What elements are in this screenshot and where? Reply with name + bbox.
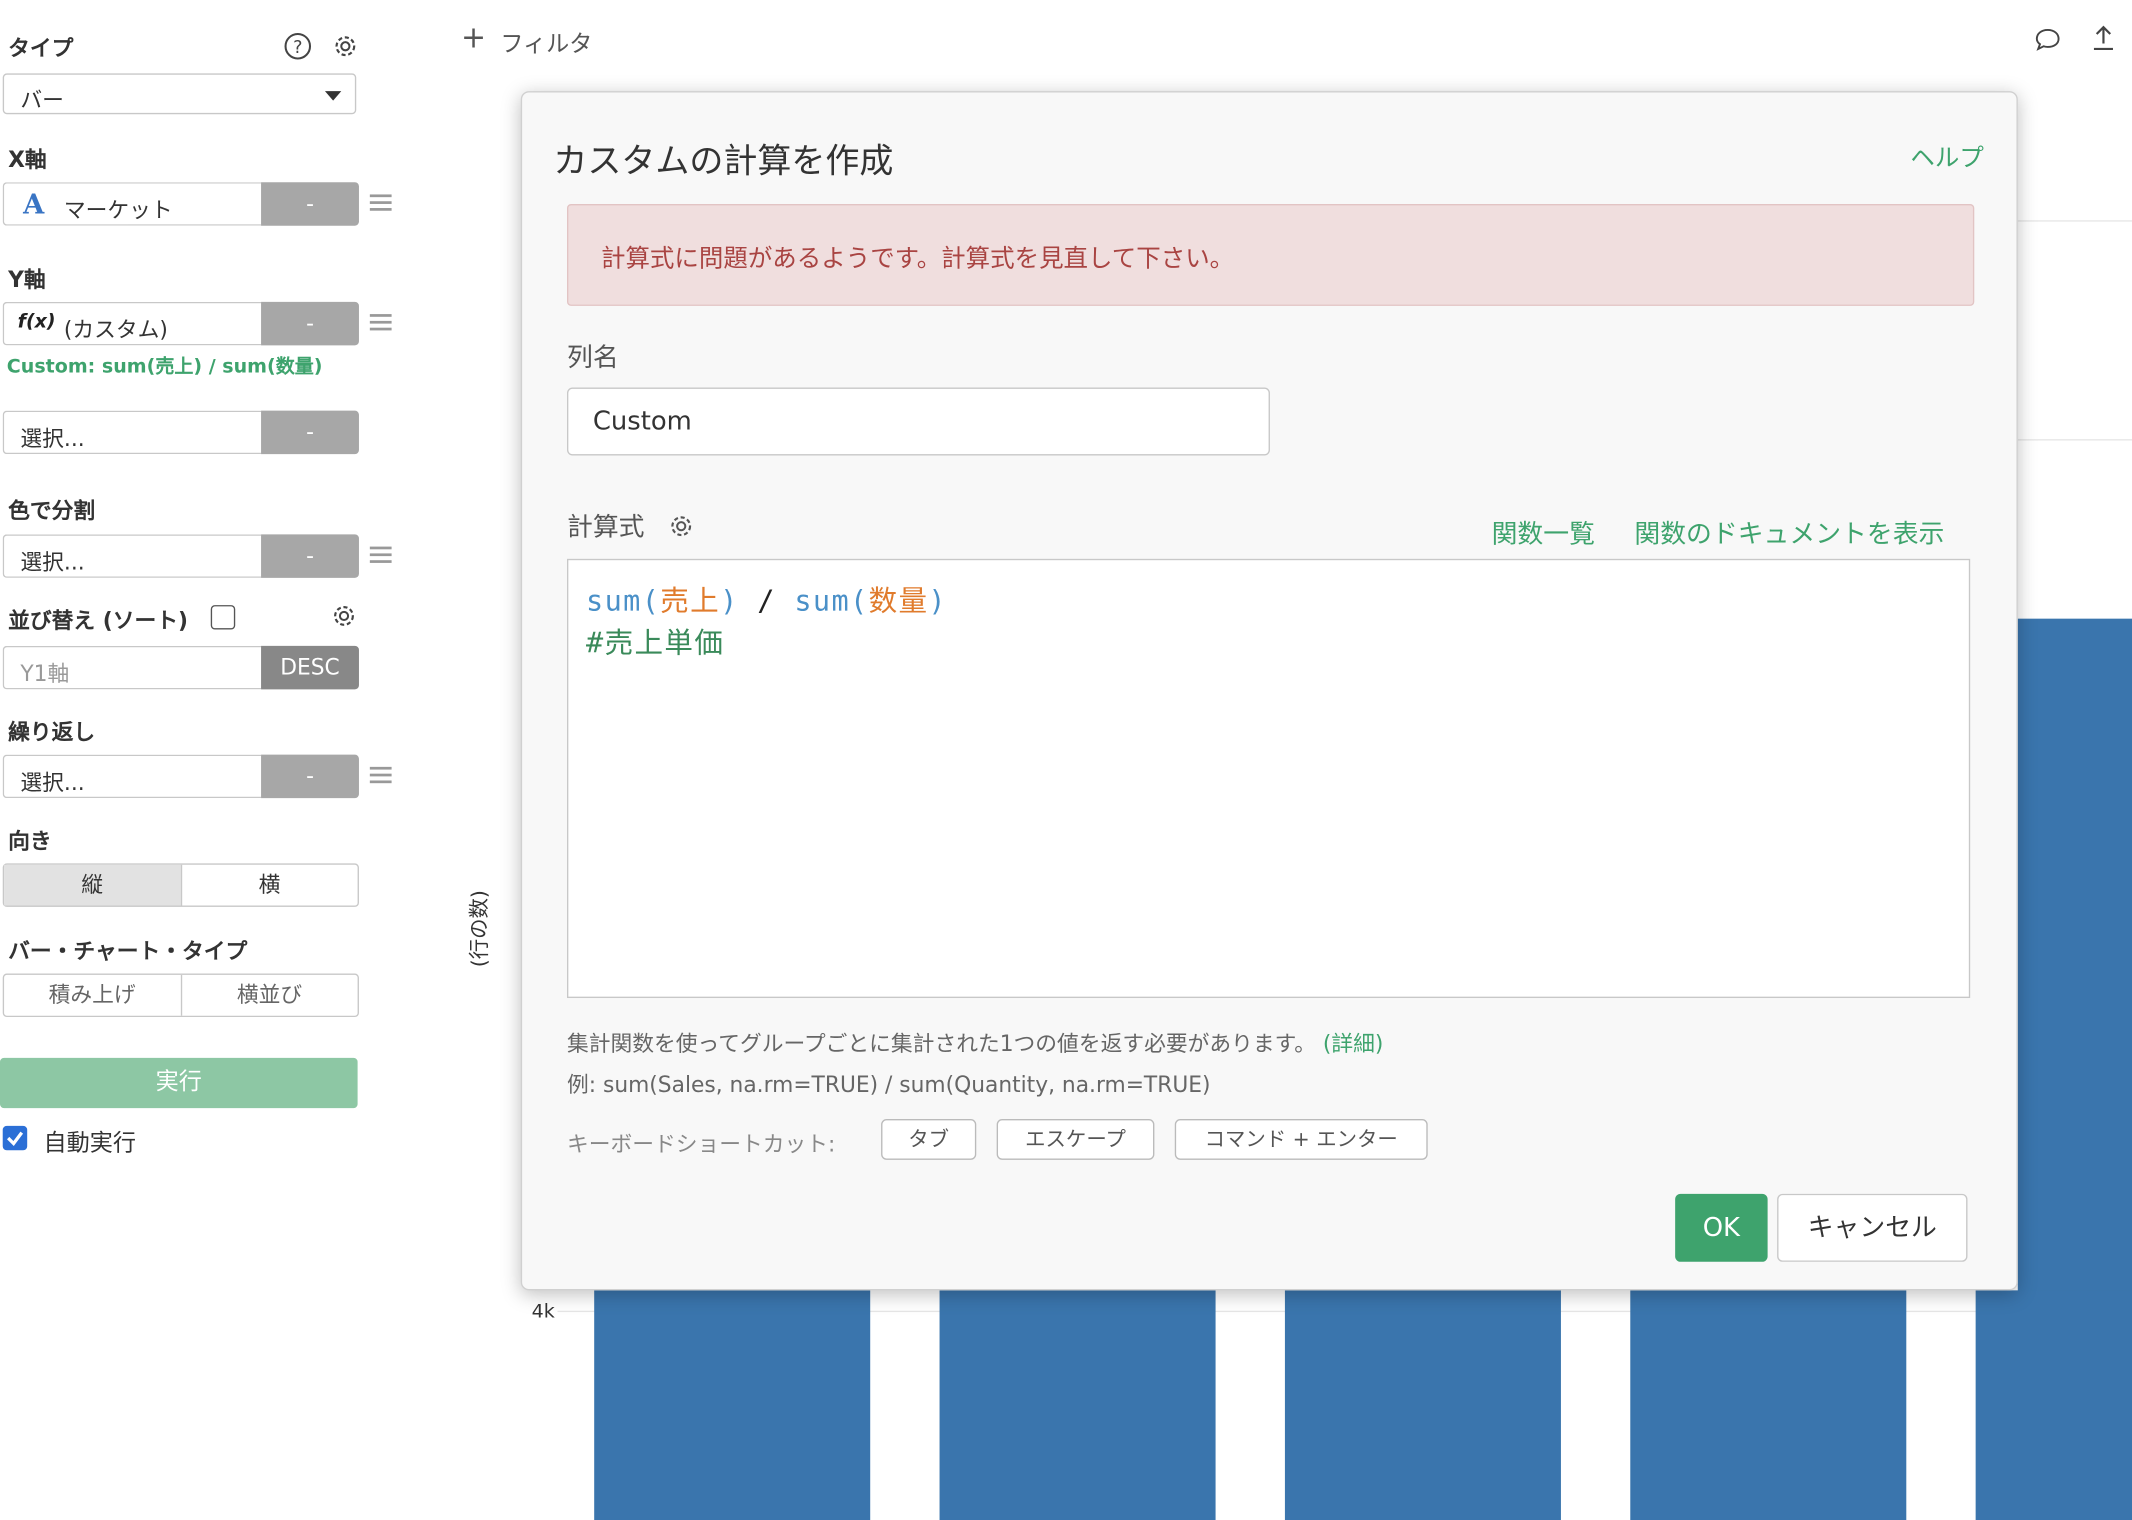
sort-label: 並び替え (ソート) <box>8 607 188 634</box>
formula-editor[interactable]: sum(売上) / sum(数量) #売上単価 <box>566 558 1971 999</box>
details-link[interactable]: (詳細) <box>1323 1031 1384 1057</box>
color-split-label: 色で分割 <box>8 497 96 524</box>
bar <box>1975 1290 2132 1520</box>
svg-text:?: ? <box>293 38 302 58</box>
orientation-label: 向き <box>8 828 52 854</box>
code-comment: #売上単価 <box>586 626 725 660</box>
y-tick-label: 4k <box>531 1301 555 1323</box>
code-line-1: sum(売上) / sum(数量) <box>586 584 947 618</box>
auto-run-label: 自動実行 <box>43 1129 136 1158</box>
ok-button[interactable]: OK <box>1675 1193 1768 1262</box>
code-function: sum <box>794 584 851 618</box>
dialog-title: カスタムの計算を作成 <box>553 141 894 181</box>
code-argument: 数量 <box>868 584 929 618</box>
yaxis-label: Y軸 <box>8 266 46 293</box>
xaxis-field[interactable]: A マーケット - <box>2 182 359 226</box>
gridline <box>2017 439 2132 441</box>
color-field[interactable]: 選択... - <box>2 534 359 578</box>
column-name-input[interactable]: Custom <box>566 387 1270 456</box>
shortcut-cmd-enter: コマンド + エンター <box>1174 1119 1428 1160</box>
code-function: sum <box>586 584 642 618</box>
shortcut-tab: タブ <box>881 1119 977 1160</box>
yaxis-value: (カスタム) <box>63 316 168 343</box>
repeat-label: 繰り返し <box>8 719 96 746</box>
help-icon[interactable]: ? <box>283 31 313 61</box>
orientation-toggle[interactable]: 縦 横 <box>2 863 359 907</box>
bar <box>2017 618 2132 1292</box>
auto-run-checkbox[interactable] <box>2 1125 28 1151</box>
chart-type-value: バー <box>20 87 64 113</box>
type-label: タイプ <box>8 35 74 62</box>
check-icon <box>7 1131 24 1146</box>
color-placeholder: 選択... <box>20 549 85 576</box>
bar-type-stacked[interactable]: 積み上げ <box>4 975 180 1016</box>
color-remove-button[interactable]: - <box>261 534 359 578</box>
custom-formula-note: Custom: sum(売上) / sum(数量) <box>6 356 323 378</box>
y2-field[interactable]: 選択... - <box>2 410 359 455</box>
formula-label: 計算式 <box>566 512 645 543</box>
gridline <box>2017 220 2132 222</box>
xaxis-remove-button[interactable]: - <box>261 182 359 226</box>
menu-icon[interactable] <box>369 314 392 330</box>
code-operator: / <box>757 584 776 618</box>
yaxis-remove-button[interactable]: - <box>261 301 359 346</box>
repeat-placeholder: 選択... <box>20 769 85 796</box>
bar <box>939 1290 1216 1520</box>
xaxis-value: マーケット <box>63 197 173 223</box>
sort-order-button[interactable]: DESC <box>261 645 359 690</box>
functions-list-link[interactable]: 関数一覧 <box>1492 514 1595 551</box>
plus-icon[interactable]: + <box>461 22 486 56</box>
help-link[interactable]: ヘルプ <box>1910 139 1983 174</box>
shortcut-label: キーボードショートカット: <box>566 1131 836 1158</box>
y-axis-title: (行の数) <box>467 890 492 968</box>
bar-chart-type-toggle[interactable]: 積み上げ 横並び <box>2 973 359 1018</box>
gear-icon[interactable] <box>330 31 360 61</box>
y2-remove-button[interactable]: - <box>261 410 359 455</box>
bar <box>1630 1290 1907 1520</box>
chevron-down-icon <box>324 91 342 101</box>
aggregation-note-text: 集計関数を使ってグループごとに集計された1つの値を返す必要があります。 <box>566 1030 1316 1057</box>
gear-icon[interactable] <box>666 511 696 541</box>
orientation-vertical[interactable]: 縦 <box>4 864 181 906</box>
gear-icon[interactable] <box>329 601 359 631</box>
run-button[interactable]: 実行 <box>0 1057 358 1109</box>
repeat-field[interactable]: 選択... - <box>2 754 359 799</box>
bar-type-dodged[interactable]: 横並び <box>180 974 357 1016</box>
function-icon: f(x) <box>17 311 56 334</box>
sort-placeholder: Y1軸 <box>20 660 70 687</box>
bar <box>1284 1290 1561 1520</box>
example-text: 例: sum(Sales, na.rm=TRUE) / sum(Quantity… <box>566 1071 1211 1098</box>
shortcut-escape: エスケープ <box>996 1119 1155 1160</box>
sort-checkbox[interactable] <box>210 605 236 630</box>
column-name-value: Custom <box>592 406 692 437</box>
error-message: 計算式に問題があるようです。計算式を見直して下さい。 <box>600 244 1235 274</box>
chart-type-select[interactable]: バー <box>2 73 357 115</box>
functions-doc-link[interactable]: 関数のドキュメントを表示 <box>1634 514 1944 551</box>
error-alert: 計算式に問題があるようです。計算式を見直して下さい。 <box>566 203 1975 306</box>
cancel-button[interactable]: キャンセル <box>1777 1193 1968 1262</box>
column-name-label: 列名 <box>566 342 619 373</box>
code-argument: 売上 <box>660 584 721 618</box>
comment-icon[interactable] <box>2034 26 2061 53</box>
y2-placeholder: 選択... <box>20 425 85 452</box>
share-upload-icon[interactable] <box>2090 23 2117 53</box>
custom-calculation-dialog: カスタムの計算を作成 ヘルプ 計算式に問題があるようです。計算式を見直して下さい… <box>520 91 2018 1291</box>
bar-chart-type-label: バー・チャート・タイプ <box>8 938 248 965</box>
menu-icon[interactable] <box>369 766 392 783</box>
menu-icon[interactable] <box>369 194 392 211</box>
sort-field[interactable]: Y1軸 DESC <box>2 645 359 690</box>
menu-icon[interactable] <box>369 546 392 563</box>
bar <box>594 1290 871 1520</box>
yaxis-field[interactable]: f(x) (カスタム) - <box>2 301 359 346</box>
xaxis-label: X軸 <box>8 146 47 173</box>
repeat-remove-button[interactable]: - <box>261 754 359 799</box>
text-type-icon: A <box>23 187 45 221</box>
filter-button[interactable]: フィルタ <box>500 24 592 58</box>
orientation-horizontal[interactable]: 横 <box>180 864 357 906</box>
aggregation-note: 集計関数を使ってグループごとに集計された1つの値を返す必要があります。 (詳細) <box>567 1025 1383 1058</box>
